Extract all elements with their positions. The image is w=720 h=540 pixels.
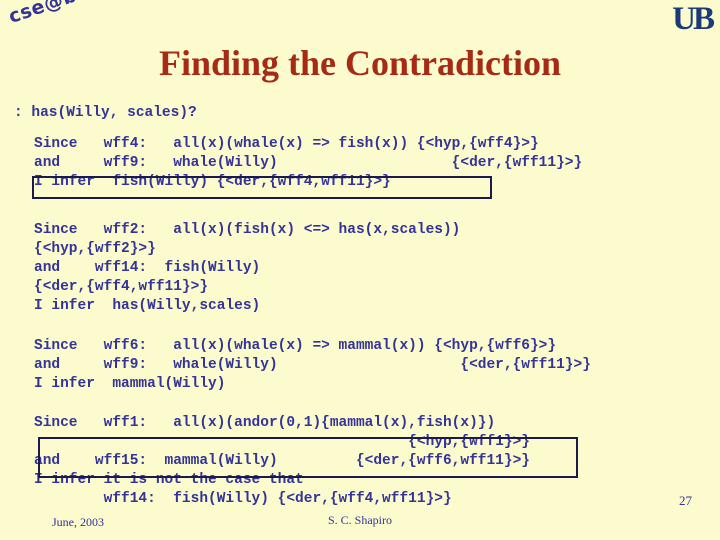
page-title: Finding the Contradiction [158, 43, 562, 83]
query-prompt-line: : has(Willy, scales)? [14, 105, 197, 121]
slide: cse@buffalo UB Finding the Contradiction… [0, 0, 720, 540]
cse-buffalo-logo: cse@buffalo [6, 0, 142, 28]
inference-block-2: Since wff2: all(x)(fish(x) <=> has(x,sca… [34, 222, 461, 314]
inference-block-4: Since wff1: all(x)(andor(0,1){mammal(x),… [34, 415, 530, 507]
inference-block-3: Since wff6: all(x)(whale(x) => mammal(x)… [34, 338, 591, 392]
footer-page-number: 27 [679, 493, 692, 508]
inference-block-1: Since wff4: all(x)(whale(x) => fish(x)) … [34, 136, 583, 190]
footer-author: S. C. Shapiro [327, 513, 392, 527]
ub-logo: UB [672, 1, 715, 37]
